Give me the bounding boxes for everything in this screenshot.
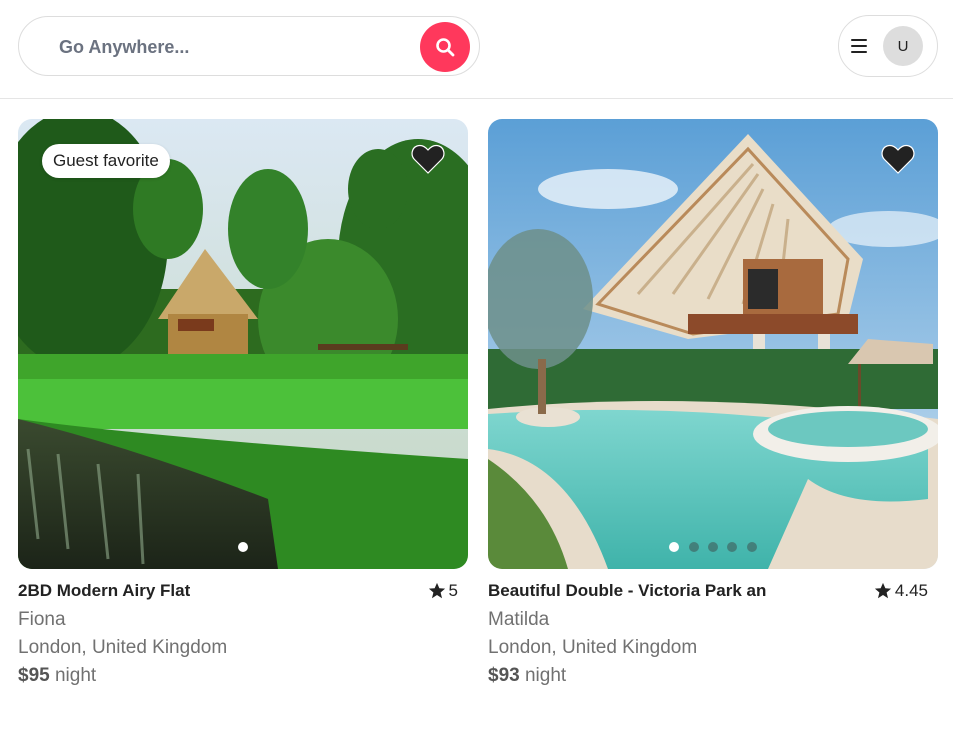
heart-icon[interactable] [881,144,915,174]
price-amount: $95 [18,665,50,686]
photo-pagination [18,542,468,552]
listing-photo[interactable] [488,119,938,569]
price-amount: $93 [488,665,520,686]
listing-location: London, United Kingdom [488,637,698,658]
user-menu-button[interactable]: U [838,15,938,77]
price-unit: night [54,665,97,686]
listing-rating: 4.45 [874,581,928,601]
listing-price: $95 night [18,662,468,690]
search-bar [18,16,480,76]
listing-location: London, United Kingdom [18,637,228,658]
listing-image [488,119,938,569]
listing-card[interactable]: Guest favorite 2BD Modern Airy Flat 5 Fi… [18,119,468,690]
host-name: Matilda [488,609,550,630]
menu-icon [851,39,867,53]
pagination-dot[interactable] [688,542,699,552]
listing-rating: 5 [428,581,458,601]
photo-pagination [488,542,938,552]
pagination-dot[interactable] [708,542,718,552]
host-name: Fiona [18,609,66,630]
star-icon [874,582,892,599]
pagination-dot[interactable] [727,542,738,552]
search-input[interactable] [59,31,399,63]
search-icon [436,38,455,57]
pagination-dot[interactable] [669,542,680,552]
listing-photo[interactable]: Guest favorite [18,119,468,569]
rating-value: 4.45 [894,581,928,600]
listing-title: Beautiful Double - Victoria Park an [488,581,767,600]
listing-price: $93 night [488,662,938,690]
top-navbar: U [0,0,953,99]
avatar: U [883,26,923,66]
listing-card[interactable]: Beautiful Double - Victoria Park an 4.45… [488,119,938,690]
pagination-dot[interactable] [746,542,757,552]
price-unit: night [524,665,567,686]
heart-icon[interactable] [411,144,445,174]
listing-title: 2BD Modern Airy Flat [18,581,191,600]
pagination-dot[interactable] [238,542,248,552]
rating-value: 5 [448,581,458,600]
star-icon [428,582,445,599]
guest-favorite-badge: Guest favorite [42,144,170,178]
listing-image [18,119,468,569]
search-button[interactable] [420,22,470,72]
